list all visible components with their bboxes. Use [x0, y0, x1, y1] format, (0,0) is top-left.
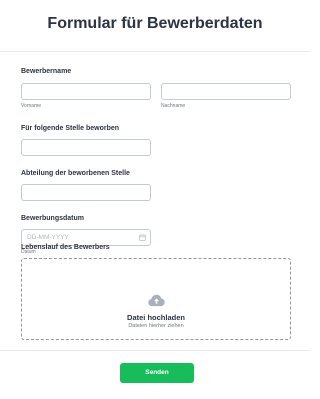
first-name-sublabel: Vorname: [21, 103, 42, 109]
footer-divider: [0, 350, 310, 351]
date-placeholder: DD-MM-YYYY: [27, 234, 69, 241]
last-name-input[interactable]: [161, 83, 291, 100]
resume-label: Lebenslauf des Bewerbers: [21, 244, 110, 251]
upload-hint: Dateien hierher ziehen: [128, 323, 184, 329]
submit-button[interactable]: Senden: [120, 363, 194, 383]
position-input[interactable]: [21, 139, 151, 156]
upload-title: Datei hochladen: [127, 313, 185, 322]
position-label: Für folgende Stelle beworben: [21, 125, 120, 132]
form-page: Formular für Bewerberdaten Bewerbername …: [0, 0, 310, 399]
last-name-sublabel: Nachname: [161, 103, 186, 109]
calendar-icon[interactable]: [139, 234, 146, 241]
department-input[interactable]: [21, 184, 151, 201]
file-upload-dropzone[interactable]: Datei hochladen Dateien hierher ziehen: [21, 258, 291, 340]
form-title: Formular für Bewerberdaten: [47, 15, 263, 32]
applicant-name-label: Bewerbername: [21, 68, 72, 75]
first-name-input[interactable]: [21, 83, 151, 100]
department-label: Abteilung der beworbenen Stelle: [21, 170, 130, 177]
header-divider: [0, 51, 310, 52]
date-label: Bewerbungsdatum: [21, 215, 85, 222]
cloud-upload-icon: [148, 294, 165, 307]
